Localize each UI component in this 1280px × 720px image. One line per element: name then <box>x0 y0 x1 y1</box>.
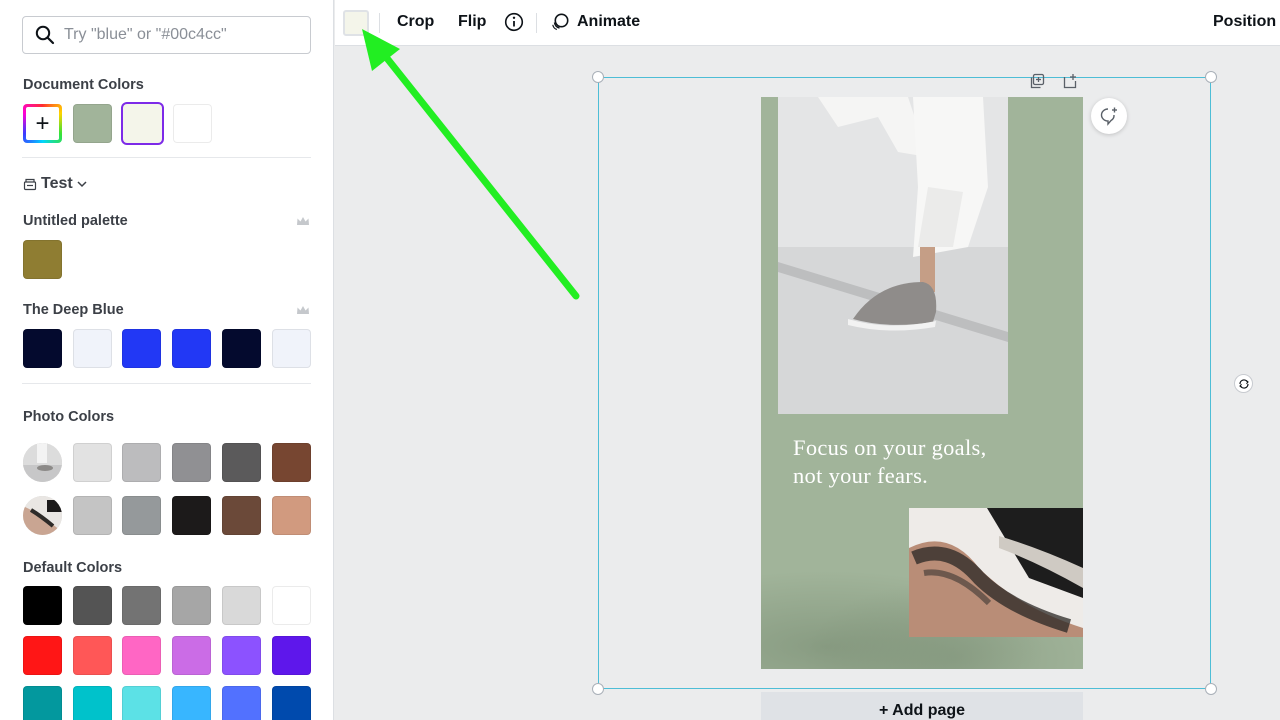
photo-color-swatch[interactable] <box>73 496 112 535</box>
default-color-swatch[interactable] <box>73 636 112 675</box>
sneaker-photo-image <box>778 97 1008 414</box>
crown-icon <box>297 217 309 225</box>
default-color-swatch[interactable] <box>272 586 311 625</box>
document-color-swatch[interactable] <box>173 104 212 143</box>
add-page-button[interactable]: + Add page <box>761 692 1083 720</box>
comment-plus-icon <box>1100 107 1117 126</box>
default-color-swatch[interactable] <box>172 586 211 625</box>
tattoo-photo-image <box>23 496 62 535</box>
document-color-swatch[interactable] <box>73 104 112 143</box>
document-color-swatch-selected[interactable] <box>123 104 162 143</box>
divider <box>22 157 311 158</box>
default-color-swatch[interactable] <box>272 686 311 720</box>
palette-color-swatch[interactable] <box>23 240 62 279</box>
rotate-icon <box>1238 378 1249 389</box>
photo-color-swatch[interactable] <box>172 443 211 482</box>
rotate-handle[interactable] <box>1234 374 1253 393</box>
default-color-swatch[interactable] <box>122 686 161 720</box>
chevron-down-icon <box>77 181 87 188</box>
search-icon <box>35 25 55 45</box>
resize-handle-top-left[interactable] <box>592 71 604 83</box>
duplicate-page-icon[interactable] <box>1029 73 1045 89</box>
photo-color-swatch[interactable] <box>122 496 161 535</box>
add-page-icon[interactable] <box>1062 73 1078 89</box>
position-button[interactable]: Position <box>1213 13 1276 31</box>
default-color-swatch[interactable] <box>122 636 161 675</box>
default-color-swatch[interactable] <box>272 636 311 675</box>
palette-color-swatch[interactable] <box>172 329 211 368</box>
color-search-input[interactable] <box>64 26 294 44</box>
palette-color-swatch[interactable] <box>73 329 112 368</box>
brand-kit-label: Test <box>41 175 73 192</box>
quote-text[interactable]: Focus on your goals, not your fears. <box>793 434 1053 490</box>
default-color-swatch[interactable] <box>172 636 211 675</box>
add-comment-button[interactable] <box>1091 98 1127 134</box>
photo-color-swatch[interactable] <box>222 443 261 482</box>
plus-icon: + <box>26 107 59 140</box>
palette-color-swatch[interactable] <box>222 329 261 368</box>
photo-color-swatch[interactable] <box>73 443 112 482</box>
color-search-box[interactable] <box>22 16 311 54</box>
photo-thumbnail[interactable] <box>23 496 62 535</box>
add-color-button[interactable]: + <box>23 104 62 143</box>
default-color-swatch[interactable] <box>122 586 161 625</box>
palette-title: The Deep Blue <box>23 302 124 318</box>
design-page[interactable]: Focus on your goals, not your fears. <box>761 97 1083 669</box>
photo-color-swatch[interactable] <box>272 496 311 535</box>
document-colors-title: Document Colors <box>23 77 144 93</box>
resize-handle-bottom-left[interactable] <box>592 683 604 695</box>
resize-handle-bottom-right[interactable] <box>1205 683 1217 695</box>
resize-handle-top-right[interactable] <box>1205 71 1217 83</box>
palette-title: Untitled palette <box>23 213 128 229</box>
photo-color-swatch[interactable] <box>272 443 311 482</box>
color-panel: Document Colors + Test Untitled palette … <box>0 0 334 720</box>
default-color-swatch[interactable] <box>222 586 261 625</box>
photo-colors-title: Photo Colors <box>23 409 115 425</box>
brand-kit-icon <box>23 178 37 191</box>
quote-line-2: not your fears. <box>793 463 929 488</box>
default-color-swatch[interactable] <box>23 636 62 675</box>
divider <box>22 383 311 384</box>
crown-icon <box>297 306 309 314</box>
tattoo-photo[interactable] <box>909 508 1083 637</box>
palette-color-swatch[interactable] <box>23 329 62 368</box>
default-color-swatch[interactable] <box>23 586 62 625</box>
sneaker-photo-image <box>23 443 62 482</box>
default-colors-title: Default Colors <box>23 560 123 576</box>
sneaker-photo[interactable] <box>778 97 1008 414</box>
default-color-swatch[interactable] <box>222 686 261 720</box>
arrow-annotation-icon <box>362 29 580 300</box>
default-color-swatch[interactable] <box>172 686 211 720</box>
palette-color-swatch[interactable] <box>272 329 311 368</box>
default-color-swatch[interactable] <box>73 586 112 625</box>
photo-color-swatch[interactable] <box>172 496 211 535</box>
quote-line-1: Focus on your goals, <box>793 435 987 460</box>
default-color-swatch[interactable] <box>73 686 112 720</box>
photo-thumbnail[interactable] <box>23 443 62 482</box>
default-color-swatch[interactable] <box>23 686 62 720</box>
photo-color-swatch[interactable] <box>222 496 261 535</box>
photo-color-swatch[interactable] <box>122 443 161 482</box>
brand-kit-dropdown[interactable]: Test <box>23 175 87 193</box>
tattoo-photo-image <box>909 508 1083 637</box>
default-color-swatch[interactable] <box>222 636 261 675</box>
palette-color-swatch[interactable] <box>122 329 161 368</box>
